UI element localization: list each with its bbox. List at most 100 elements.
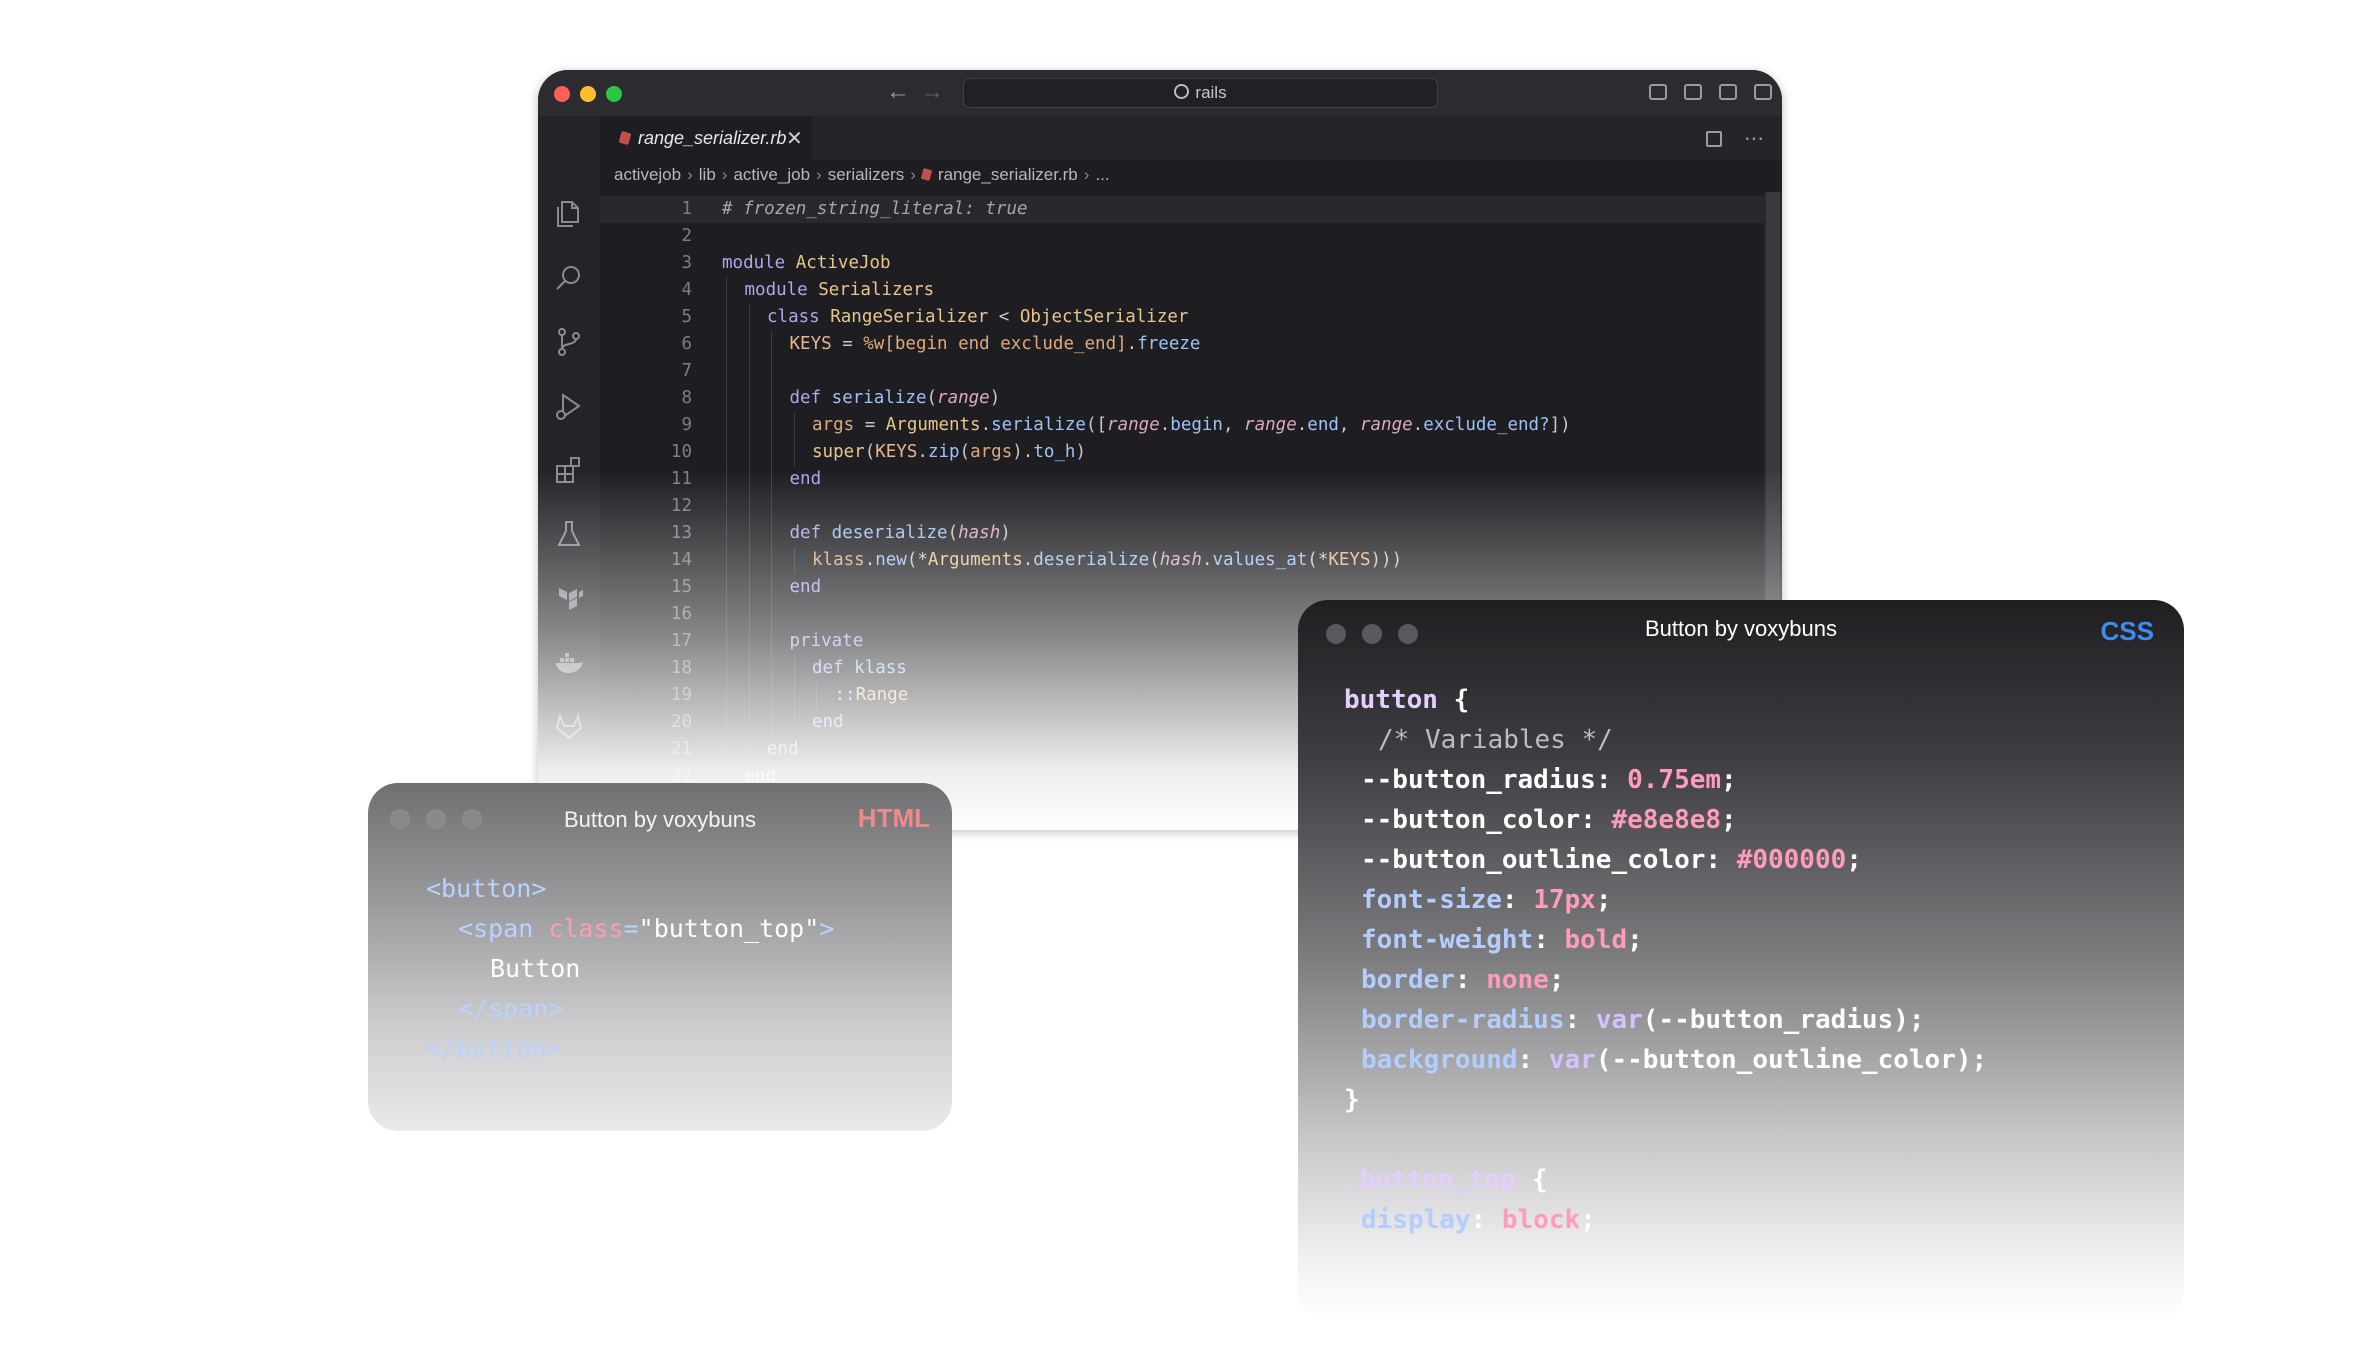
indent-guide bbox=[748, 709, 750, 736]
terraform-icon[interactable] bbox=[553, 582, 585, 614]
code-token: "button_top" bbox=[638, 914, 820, 943]
code-text: def klass bbox=[812, 655, 907, 682]
code-token: end bbox=[1307, 415, 1339, 435]
snippet-code-line: <button> bbox=[426, 869, 546, 909]
scrollbar-thumb[interactable] bbox=[1766, 192, 1780, 652]
code-token: <span bbox=[458, 914, 549, 943]
code-token: zip bbox=[927, 442, 960, 462]
code-text: klass.new(*Arguments.deserialize(hash.va… bbox=[812, 547, 1402, 574]
code-token: def bbox=[789, 388, 832, 408]
code-line[interactable]: 2 bbox=[600, 223, 1764, 250]
code-line[interactable]: 15 end bbox=[600, 574, 1764, 601]
code-token: :: bbox=[834, 685, 856, 705]
snippet-code-line: Button bbox=[426, 949, 580, 989]
breadcrumb-item[interactable]: range_serializer.rb bbox=[938, 165, 1078, 184]
indent-guide bbox=[771, 466, 772, 493]
code-line[interactable]: 12 bbox=[600, 493, 1764, 520]
source-control-icon[interactable] bbox=[553, 326, 585, 358]
code-line[interactable]: 4 module Serializers bbox=[600, 277, 1764, 304]
code-line[interactable]: 1 # frozen_string_literal: true bbox=[600, 196, 1764, 223]
breadcrumb-item[interactable]: active_job bbox=[733, 165, 810, 184]
code-token: : bbox=[1454, 965, 1487, 995]
code-token: : bbox=[1501, 885, 1534, 915]
line-number: 1 bbox=[681, 199, 692, 219]
tab-label: range_serializer.rb bbox=[638, 128, 787, 148]
code-text: # frozen_string_literal: true bbox=[722, 196, 1028, 223]
indent-guide bbox=[726, 520, 727, 547]
indent-guide bbox=[726, 439, 727, 466]
run-debug-icon[interactable] bbox=[553, 390, 585, 422]
line-number: 16 bbox=[670, 604, 692, 624]
search-icon[interactable] bbox=[553, 262, 585, 294]
snippet-code-line: button { bbox=[1344, 680, 1469, 720]
code-line[interactable]: 8 def serialize(range) bbox=[600, 385, 1764, 412]
toggle-secondary-sidebar-icon[interactable] bbox=[1719, 84, 1737, 100]
code-line[interactable]: 13 def deserialize(hash) bbox=[600, 520, 1764, 547]
code-token: end bbox=[789, 469, 822, 489]
code-line[interactable]: 14 klass.new(*Arguments.deserialize(hash.… bbox=[600, 547, 1764, 574]
more-actions-icon[interactable]: ⋯ bbox=[1744, 128, 1764, 150]
back-arrow-icon[interactable]: ← bbox=[886, 78, 910, 106]
code-line[interactable]: 11 end bbox=[600, 466, 1764, 493]
gitlab-icon[interactable] bbox=[553, 710, 585, 742]
code-token: freeze bbox=[1137, 334, 1201, 354]
code-line[interactable]: 9 args = Arguments.serialize([range.begin… bbox=[600, 412, 1764, 439]
toggle-panel-icon[interactable] bbox=[1684, 84, 1702, 100]
code-token: ( bbox=[864, 442, 876, 462]
code-text: module Serializers bbox=[745, 277, 935, 304]
code-token: --button_color bbox=[1361, 805, 1581, 835]
code-line[interactable]: 5 class RangeSerializer < ObjectSerialize… bbox=[600, 304, 1764, 331]
breadcrumb-item[interactable]: lib bbox=[699, 165, 716, 184]
code-token: bold bbox=[1564, 925, 1628, 955]
extensions-icon[interactable] bbox=[553, 454, 585, 486]
code-token: . bbox=[917, 442, 928, 462]
close-window-button[interactable] bbox=[554, 86, 570, 102]
indent-guide bbox=[771, 628, 772, 655]
code-token: </span> bbox=[458, 994, 564, 1023]
indent-guide bbox=[726, 601, 727, 628]
code-token: ))) bbox=[1370, 550, 1403, 570]
code-token: range bbox=[937, 388, 990, 408]
indent-guide bbox=[748, 601, 750, 628]
code-token: klass bbox=[812, 550, 865, 570]
code-token: ) bbox=[1000, 523, 1011, 543]
code-token: /* Variables */ bbox=[1378, 725, 1613, 755]
code-text: args = Arguments.serialize([range.begin,… bbox=[812, 412, 1571, 439]
testing-flask-icon[interactable] bbox=[553, 518, 585, 550]
code-token: KEYS bbox=[875, 442, 918, 462]
snippet-code-line: </button> bbox=[426, 1029, 561, 1069]
code-token: (--button_outline_color); bbox=[1595, 1045, 1988, 1075]
code-token: ; bbox=[1627, 925, 1643, 955]
code-token: KEYS bbox=[1328, 550, 1371, 570]
toggle-sidebar-icon[interactable] bbox=[1649, 84, 1667, 100]
code-text: class RangeSerializer < ObjectSerializer bbox=[767, 304, 1188, 331]
command-center-search[interactable]: rails bbox=[963, 78, 1438, 108]
docker-icon[interactable] bbox=[553, 646, 585, 678]
code-token: : bbox=[1533, 925, 1565, 955]
indent-guide bbox=[793, 655, 795, 682]
split-editor-icon[interactable] bbox=[1706, 131, 1722, 147]
code-line[interactable]: 10 super(KEYS.zip(args).to_h) bbox=[600, 439, 1764, 466]
indent-guide bbox=[793, 412, 795, 439]
tab-range-serializer[interactable]: range_serializer.rb ✕ bbox=[600, 116, 812, 162]
indent-guide bbox=[771, 493, 772, 520]
code-line[interactable]: 3 module ActiveJob bbox=[600, 250, 1764, 277]
code-token: to_h bbox=[1033, 442, 1076, 462]
code-line[interactable]: 6 KEYS = %w[begin end exclude_end].freeze bbox=[600, 331, 1764, 358]
code-line[interactable]: 7 bbox=[600, 358, 1764, 385]
breadcrumb-item[interactable]: ... bbox=[1095, 165, 1109, 184]
minimize-window-button[interactable] bbox=[580, 86, 596, 102]
code-text: end bbox=[790, 466, 822, 493]
code-token: ]) bbox=[1549, 415, 1571, 435]
indent-guide bbox=[726, 466, 727, 493]
files-icon[interactable] bbox=[553, 198, 585, 230]
code-token: (--button_radius); bbox=[1642, 1005, 1925, 1035]
breadcrumb-item[interactable]: activejob bbox=[614, 165, 681, 184]
customize-layout-icon[interactable] bbox=[1754, 84, 1772, 100]
code-token: </button> bbox=[426, 1034, 562, 1063]
code-token: super bbox=[812, 442, 865, 462]
close-tab-icon[interactable]: ✕ bbox=[786, 126, 803, 151]
forward-arrow-icon[interactable]: → bbox=[920, 78, 944, 106]
breadcrumb-item[interactable]: serializers bbox=[828, 165, 905, 184]
maximize-window-button[interactable] bbox=[606, 86, 622, 102]
